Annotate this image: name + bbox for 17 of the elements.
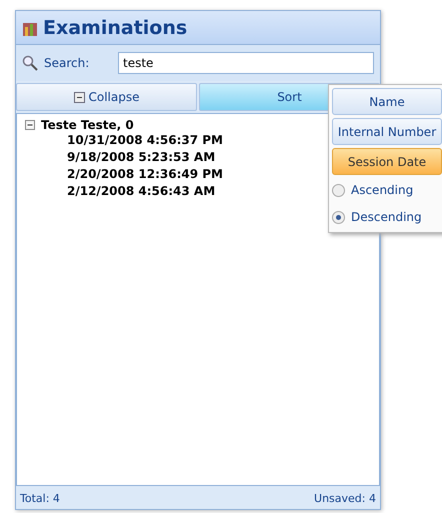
sort-order-label[interactable]: Descending <box>351 210 422 224</box>
search-label: Search: <box>44 56 90 70</box>
collapse-toggle-icon[interactable] <box>25 120 35 130</box>
window-title: Examinations <box>43 16 188 38</box>
radio-button[interactable] <box>332 184 345 196</box>
sort-field-button[interactable]: Internal Number <box>332 118 442 145</box>
unsaved-count: Unsaved: 4 <box>314 492 376 505</box>
search-icon <box>22 55 38 71</box>
patient-node[interactable]: Teste Teste, 0 <box>41 118 134 132</box>
search-field[interactable]: teste <box>118 52 374 74</box>
total-count: Total: 4 <box>20 492 60 505</box>
collapse-icon <box>74 92 84 102</box>
sort-field-button[interactable]: Name <box>332 88 442 115</box>
sort-order-label[interactable]: Ascending <box>351 183 414 197</box>
radio-button[interactable] <box>332 210 345 224</box>
sort-field-button[interactable]: Session Date <box>332 148 442 175</box>
collapse-button[interactable]: Collapse <box>16 83 197 111</box>
